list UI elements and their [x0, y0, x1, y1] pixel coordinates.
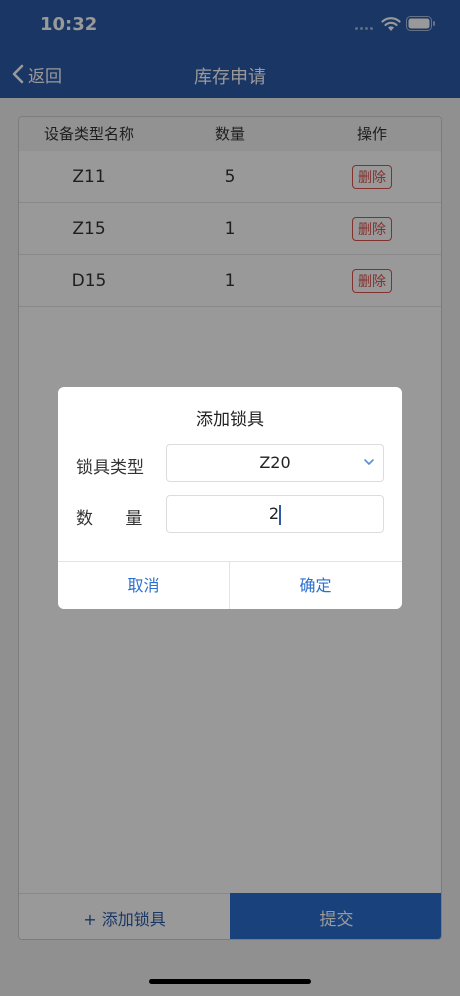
chevron-down-icon	[364, 459, 374, 465]
lock-type-value: Z20	[259, 453, 291, 472]
add-lock-dialog: 添加锁具 锁具类型 Z20 数 量 2 取消 确定	[58, 387, 402, 609]
lock-type-select[interactable]: Z20	[166, 444, 384, 482]
dialog-title: 添加锁具	[196, 410, 264, 430]
quantity-value: 2	[268, 504, 280, 523]
text-cursor	[279, 504, 282, 525]
confirm-button[interactable]: 确定	[230, 562, 401, 609]
cancel-button[interactable]: 取消	[58, 562, 229, 609]
quantity-label: 数 量	[76, 509, 143, 529]
quantity-input[interactable]: 2	[166, 495, 384, 533]
home-indicator	[149, 979, 311, 984]
lock-type-label: 锁具类型	[76, 458, 144, 478]
